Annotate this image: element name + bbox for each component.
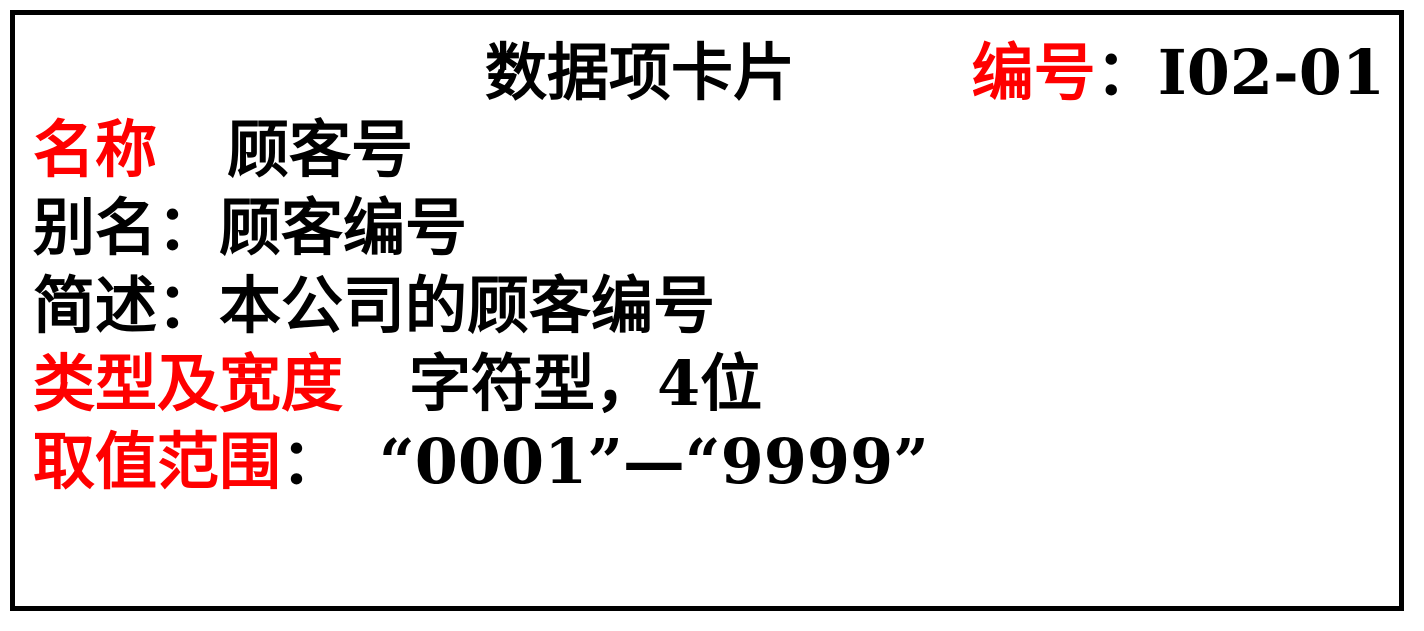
card-header: 数据项卡片 编号：I02-01 [15,33,1399,113]
type-value: 字符型，4位 [409,347,763,420]
type-label: 类型及宽度 [33,347,344,420]
field-name-row: 名称 顾客号 [33,111,413,189]
code-label: 编号 [971,36,1096,109]
alias-value: 顾客编号 [219,191,468,264]
code-separator: ： [1095,36,1158,109]
field-alias-row: 别名：顾客编号 [33,189,467,267]
code-value: I02-01 [1157,36,1385,109]
field-range-row: 取值范围： “0001”—“9999” [33,423,929,501]
data-item-card: 数据项卡片 编号：I02-01 名称 顾客号 别名：顾客编号 简述：本公司的顾客编… [10,10,1404,611]
name-value: 顾客号 [227,113,414,186]
field-description-row: 简述：本公司的顾客编号 [33,267,715,345]
card-title: 数据项卡片 [485,36,796,109]
range-separator: ： [281,425,344,498]
alias-label: 别名： [33,191,220,264]
card-code: 编号：I02-01 [972,33,1385,113]
name-label: 名称 [33,113,158,186]
description-value: 本公司的顾客编号 [219,269,716,342]
range-value: “0001”—“9999” [379,425,929,498]
field-type-row: 类型及宽度 字符型，4位 [33,345,762,423]
description-label: 简述： [33,269,220,342]
range-label: 取值范围 [33,425,282,498]
